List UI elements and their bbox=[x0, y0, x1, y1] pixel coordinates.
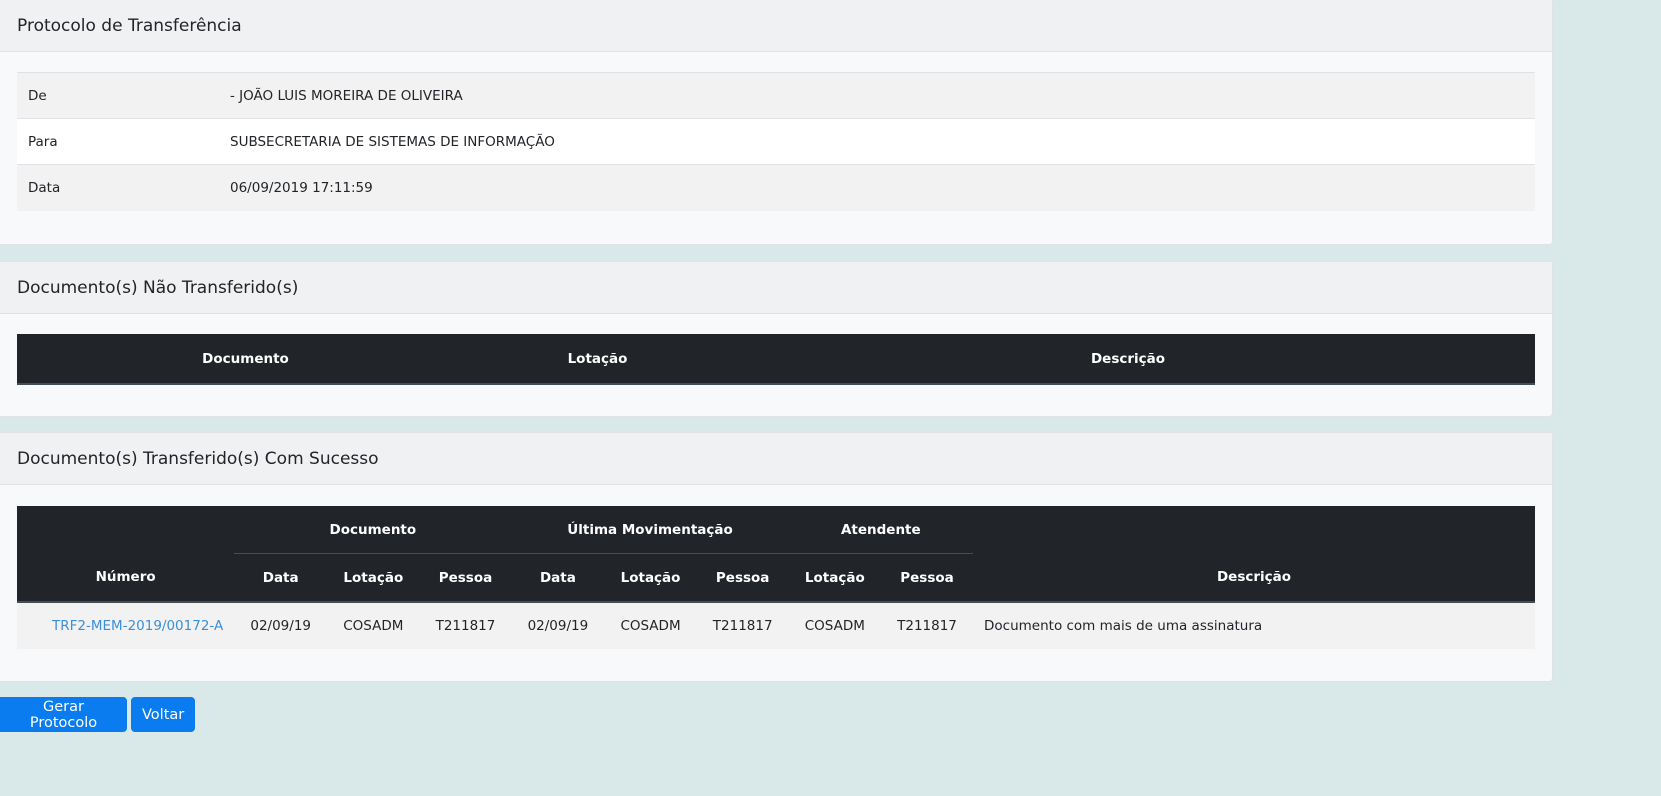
document-link[interactable]: TRF2-MEM-2019/00172-A bbox=[52, 618, 223, 634]
column-header-lotacao: Lotação bbox=[474, 334, 721, 385]
protocol-card-title: Protocolo de Transferência bbox=[0, 0, 1552, 52]
cell-doc-pessoa: T211817 bbox=[419, 602, 512, 649]
table-group-header-row: Documento Última Movimentação Atendente bbox=[17, 506, 1535, 554]
table-header-row: Número Data Lotação Pessoa Data Lotação … bbox=[17, 553, 1535, 603]
cell-mov-pessoa: T211817 bbox=[696, 602, 789, 649]
info-row-de: De - JOÃO LUIS MOREIRA DE OLIVEIRA bbox=[17, 72, 1535, 119]
cell-at-lotacao: COSADM bbox=[788, 602, 881, 649]
column-header-at-pessoa: Pessoa bbox=[881, 553, 973, 603]
cell-numero: TRF2-MEM-2019/00172-A bbox=[17, 602, 235, 649]
table-header-row: Documento Lotação Descrição bbox=[17, 334, 1535, 385]
column-header-doc-pessoa: Pessoa bbox=[419, 553, 512, 603]
info-value: 06/09/2019 17:11:59 bbox=[219, 164, 1535, 211]
group-header-atendente: Atendente bbox=[788, 506, 973, 554]
group-header-empty bbox=[973, 506, 1535, 554]
cell-at-pessoa: T211817 bbox=[881, 602, 973, 649]
cell-mov-lotacao: COSADM bbox=[604, 602, 697, 649]
back-button[interactable]: Voltar bbox=[131, 697, 195, 732]
info-label: Para bbox=[17, 118, 219, 165]
column-header-mov-lotacao: Lotação bbox=[604, 553, 697, 603]
column-header-at-lotacao: Lotação bbox=[788, 553, 881, 603]
group-header-ultima-movimentacao: Última Movimentação bbox=[511, 506, 789, 554]
info-value: SUBSECRETARIA DE SISTEMAS DE INFORMAÇÃO bbox=[219, 118, 1535, 165]
column-header-mov-data: Data bbox=[511, 553, 605, 603]
info-row-data: Data 06/09/2019 17:11:59 bbox=[17, 164, 1535, 211]
column-header-mov-pessoa: Pessoa bbox=[696, 553, 789, 603]
info-label: De bbox=[17, 72, 219, 119]
not-transferred-card-title: Documento(s) Não Transferido(s) bbox=[0, 262, 1552, 314]
generate-protocol-button[interactable]: Gerar Protocolo bbox=[0, 697, 127, 732]
column-header-numero: Número bbox=[17, 553, 235, 603]
group-header-empty bbox=[17, 506, 235, 554]
cell-doc-data: 02/09/19 bbox=[234, 602, 328, 649]
cell-doc-lotacao: COSADM bbox=[327, 602, 420, 649]
not-transferred-table: Documento Lotação Descrição bbox=[17, 334, 1535, 385]
table-row: TRF2-MEM-2019/00172-A 02/09/19 COSADM T2… bbox=[17, 602, 1535, 649]
info-label: Data bbox=[17, 164, 219, 211]
info-value: - JOÃO LUIS MOREIRA DE OLIVEIRA bbox=[219, 72, 1535, 119]
column-header-doc-data: Data bbox=[234, 553, 328, 603]
group-header-documento: Documento bbox=[234, 506, 512, 554]
cell-descricao: Documento com mais de uma assinatura bbox=[973, 602, 1535, 649]
cell-mov-data: 02/09/19 bbox=[511, 602, 605, 649]
column-header-descricao: Descrição bbox=[973, 553, 1535, 603]
column-header-documento: Documento bbox=[17, 334, 474, 385]
column-header-descricao: Descrição bbox=[721, 334, 1535, 385]
transferred-card-title: Documento(s) Transferido(s) Com Sucesso bbox=[0, 433, 1552, 485]
transferred-table: Documento Última Movimentação Atendente … bbox=[17, 506, 1535, 649]
column-header-doc-lotacao: Lotação bbox=[327, 553, 420, 603]
info-row-para: Para SUBSECRETARIA DE SISTEMAS DE INFORM… bbox=[17, 118, 1535, 165]
protocol-info-table: De - JOÃO LUIS MOREIRA DE OLIVEIRA Para … bbox=[17, 72, 1535, 211]
